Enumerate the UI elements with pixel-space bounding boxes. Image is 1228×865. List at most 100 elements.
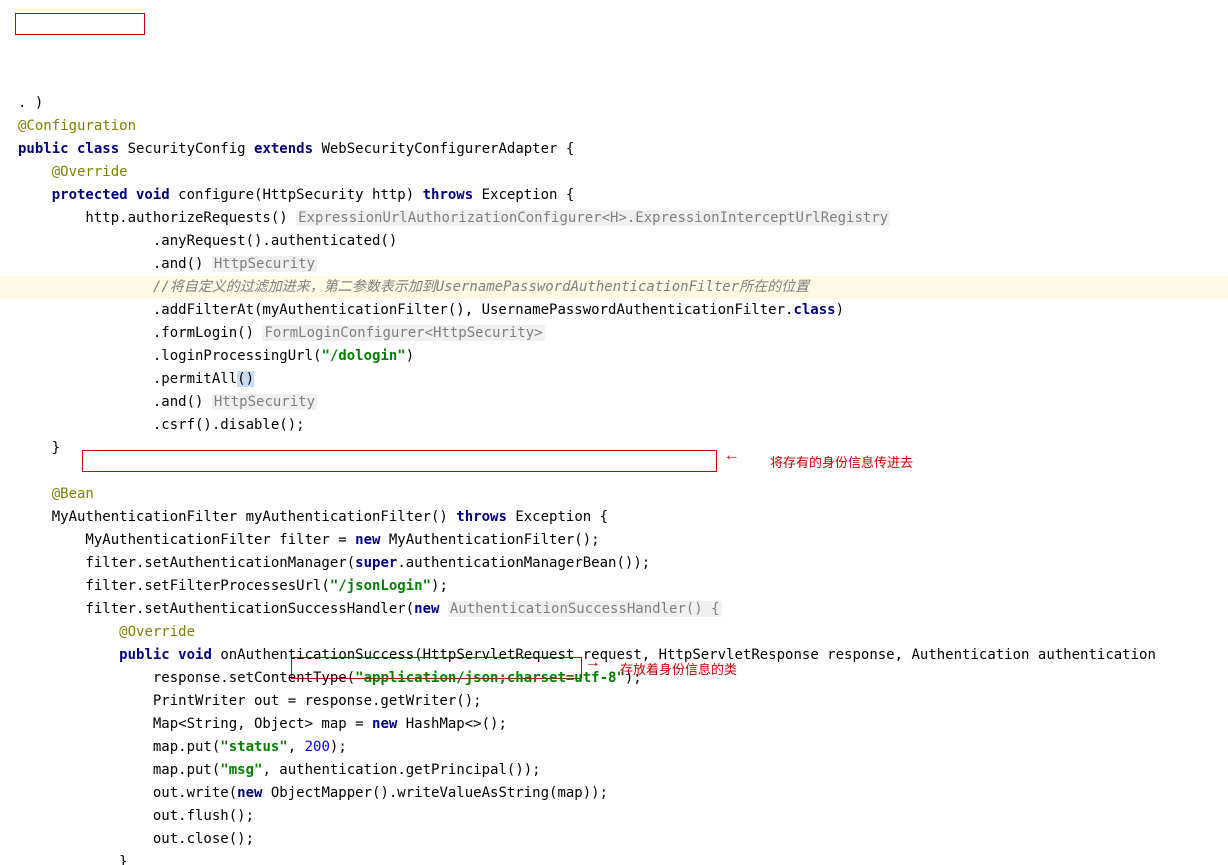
token-id: out.close(); bbox=[18, 831, 254, 847]
token-str: "status" bbox=[220, 739, 287, 755]
token-id bbox=[18, 486, 52, 502]
token-str: "application/json;charset=utf-8" bbox=[355, 670, 625, 686]
code-editor[interactable]: . ) @Configuration public class SecurityCo… bbox=[0, 0, 1228, 865]
token-id: response.setContentType( bbox=[18, 670, 355, 686]
token-kw: new bbox=[355, 532, 389, 548]
token-kw: class bbox=[793, 302, 835, 318]
token-ann: @Configuration bbox=[18, 118, 136, 134]
token-id: Map<String, Object> map = bbox=[18, 716, 372, 732]
code-line[interactable]: protected void configure(HttpSecurity ht… bbox=[18, 184, 1228, 207]
code-line[interactable]: .and() HttpSecurity bbox=[18, 253, 1228, 276]
token-id bbox=[18, 164, 52, 180]
token-id: ) bbox=[406, 348, 414, 364]
token-kw: extends bbox=[254, 141, 321, 157]
token-id: Exception { bbox=[515, 509, 608, 525]
code-line[interactable]: //将自定义的过滤加进来，第二参数表示加到UsernamePasswordAut… bbox=[18, 276, 1228, 299]
token-kw: public void bbox=[119, 647, 220, 663]
code-line[interactable]: filter.setFilterProcessesUrl("/jsonLogin… bbox=[18, 575, 1228, 598]
code-line[interactable]: MyAuthenticationFilter filter = new MyAu… bbox=[18, 529, 1228, 552]
token-id: } bbox=[18, 440, 60, 456]
token-id bbox=[18, 624, 119, 640]
token-caret: () bbox=[237, 371, 254, 387]
code-line[interactable]: public class SecurityConfig extends WebS… bbox=[18, 138, 1228, 161]
token-id: SecurityConfig bbox=[128, 141, 254, 157]
code-line[interactable]: .formLogin() FormLoginConfigurer<HttpSec… bbox=[18, 322, 1228, 345]
code-line[interactable]: public void onAuthenticationSuccess(Http… bbox=[18, 644, 1228, 667]
token-id: .and() bbox=[18, 256, 212, 272]
token-id: .and() bbox=[18, 394, 212, 410]
token-kw: new bbox=[372, 716, 406, 732]
code-line[interactable]: .addFilterAt(myAuthenticationFilter(), U… bbox=[18, 299, 1228, 322]
token-id: onAuthenticationSuccess(HttpServletReque… bbox=[220, 647, 1156, 663]
code-line[interactable]: .anyRequest().authenticated() bbox=[18, 230, 1228, 253]
code-line[interactable]: filter.setAuthenticationSuccessHandler(n… bbox=[18, 598, 1228, 621]
token-hint: HttpSecurity bbox=[212, 256, 317, 272]
token-id: .permitAll bbox=[18, 371, 237, 387]
token-hint: HttpSecurity bbox=[212, 394, 317, 410]
token-kw: new bbox=[237, 785, 271, 801]
token-id: .addFilterAt(myAuthenticationFilter(), U… bbox=[18, 302, 793, 318]
token-id: MyAuthenticationFilter myAuthenticationF… bbox=[18, 509, 456, 525]
code-line[interactable]: @Override bbox=[18, 621, 1228, 644]
token-id: HashMap<>(); bbox=[406, 716, 507, 732]
gutter bbox=[0, 0, 14, 865]
code-line[interactable]: .and() HttpSecurity bbox=[18, 391, 1228, 414]
code-line[interactable]: @Override bbox=[18, 161, 1228, 184]
code-line[interactable]: response.setContentType("application/jso… bbox=[18, 667, 1228, 690]
code-line[interactable]: Map<String, Object> map = new HashMap<>(… bbox=[18, 713, 1228, 736]
code-line[interactable] bbox=[18, 460, 1228, 483]
token-hint: FormLoginConfigurer<HttpSecurity> bbox=[262, 325, 544, 341]
token-id: map.put( bbox=[18, 762, 220, 778]
token-id: filter.setAuthenticationManager( bbox=[18, 555, 355, 571]
token-id: MyAuthenticationFilter(); bbox=[389, 532, 600, 548]
token-hint: ExpressionUrlAuthorizationConfigurer<H>.… bbox=[296, 210, 890, 226]
code-line[interactable]: out.close(); bbox=[18, 828, 1228, 851]
code-line[interactable]: } bbox=[18, 437, 1228, 460]
token-id: out.write( bbox=[18, 785, 237, 801]
code-line[interactable]: out.flush(); bbox=[18, 805, 1228, 828]
token-ann: @Override bbox=[52, 164, 128, 180]
token-id: .formLogin() bbox=[18, 325, 262, 341]
code-line[interactable]: @Bean bbox=[18, 483, 1228, 506]
token-kw: public class bbox=[18, 141, 128, 157]
token-hint: AuthenticationSuccessHandler() { bbox=[448, 601, 722, 617]
token-kw: protected void bbox=[52, 187, 178, 203]
token-kw: super bbox=[355, 555, 397, 571]
code-line[interactable]: PrintWriter out = response.getWriter(); bbox=[18, 690, 1228, 713]
token-id: filter.setAuthenticationSuccessHandler( bbox=[18, 601, 414, 617]
token-id bbox=[18, 187, 52, 203]
token-id bbox=[18, 647, 119, 663]
token-id: out.flush(); bbox=[18, 808, 254, 824]
token-kw: new bbox=[414, 601, 448, 617]
token-id: ); bbox=[330, 739, 347, 755]
code-line[interactable]: .csrf().disable(); bbox=[18, 414, 1228, 437]
code-line[interactable]: } bbox=[18, 851, 1228, 865]
token-str: "/jsonLogin" bbox=[330, 578, 431, 594]
code-line[interactable]: http.authorizeRequests() ExpressionUrlAu… bbox=[18, 207, 1228, 230]
token-num: 200 bbox=[305, 739, 330, 755]
code-line[interactable]: @Configuration bbox=[18, 115, 1228, 138]
token-id: .anyRequest().authenticated() bbox=[18, 233, 397, 249]
token-id: ) bbox=[836, 302, 844, 318]
token-id: PrintWriter out = response.getWriter(); bbox=[18, 693, 482, 709]
code-line[interactable]: .loginProcessingUrl("/dologin") bbox=[18, 345, 1228, 368]
token-str: "msg" bbox=[220, 762, 262, 778]
code-line[interactable]: map.put("status", 200); bbox=[18, 736, 1228, 759]
code-line[interactable]: filter.setAuthenticationManager(super.au… bbox=[18, 552, 1228, 575]
code-line[interactable]: .permitAll() bbox=[18, 368, 1228, 391]
code-line[interactable]: map.put("msg", authentication.getPrincip… bbox=[18, 759, 1228, 782]
code-line[interactable]: MyAuthenticationFilter myAuthenticationF… bbox=[18, 506, 1228, 529]
token-id: ); bbox=[625, 670, 642, 686]
token-kw: throws bbox=[423, 187, 482, 203]
token-id: http.authorizeRequests() bbox=[18, 210, 296, 226]
token-id: map.put( bbox=[18, 739, 220, 755]
token-id: MyAuthenticationFilter filter = bbox=[18, 532, 355, 548]
code-line[interactable]: out.write(new ObjectMapper().writeValueA… bbox=[18, 782, 1228, 805]
token-id bbox=[18, 279, 153, 295]
token-id: , bbox=[288, 739, 305, 755]
token-id: , authentication.getPrincipal()); bbox=[262, 762, 540, 778]
token-id: configure(HttpSecurity http) bbox=[178, 187, 422, 203]
token-ann: @Override bbox=[119, 624, 195, 640]
token-str: "/dologin" bbox=[321, 348, 405, 364]
code-line[interactable]: . ) bbox=[18, 92, 1228, 115]
